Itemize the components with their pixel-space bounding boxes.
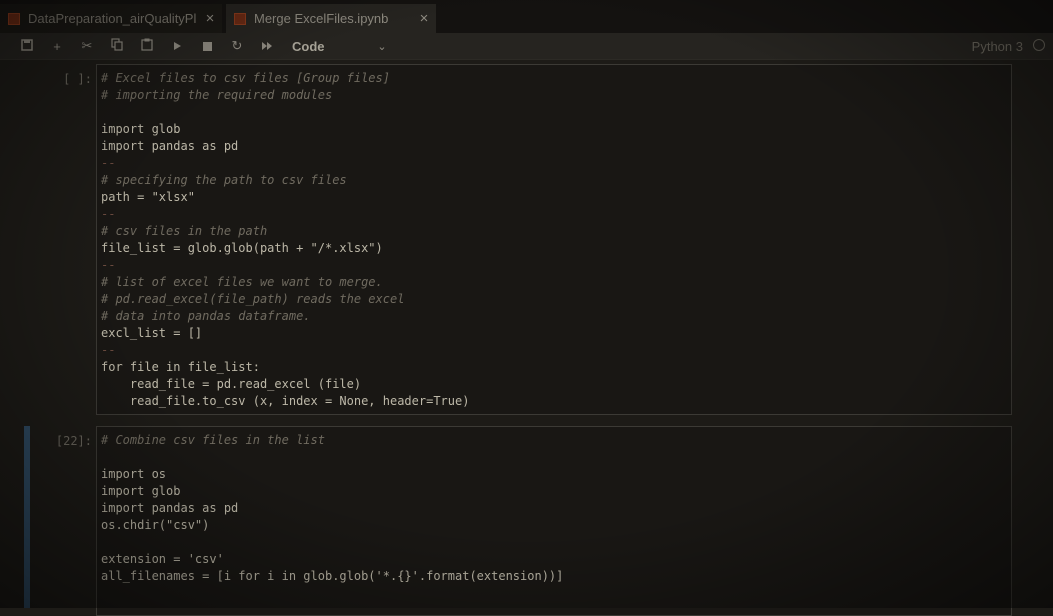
tab-dataprep[interactable]: DataPreparation_airQualityPl ×: [0, 4, 222, 33]
code-line: import os: [101, 467, 167, 481]
code-line: extension = 'csv': [101, 552, 224, 566]
code-line: read_file.to_csv (x, index = None, heade…: [101, 394, 470, 408]
code-line: import pandas as pd: [101, 501, 239, 515]
code-line: import pandas as pd: [101, 139, 239, 153]
code-line: excl_list = []: [101, 326, 203, 340]
save-icon[interactable]: [12, 38, 42, 54]
code-line: --: [101, 258, 116, 272]
code-line: --: [101, 343, 116, 357]
code-line: # specifying the path to csv files: [101, 173, 347, 187]
copy-icon[interactable]: [102, 38, 132, 54]
code-line: # Combine csv files in the list: [101, 433, 325, 447]
cell-prompt: [22]:: [55, 434, 92, 448]
code-line: # Excel files to csv files [Group files]: [101, 71, 390, 85]
add-icon[interactable]: +: [42, 39, 72, 54]
tab-title: DataPreparation_airQualityPl: [28, 11, 197, 26]
code-line: read_file = pd.read_excel (file): [101, 377, 362, 391]
cell-prompt: [ ]:: [63, 72, 92, 86]
chevron-down-icon[interactable]: ⌄: [372, 40, 392, 53]
code-editor[interactable]: # Combine csv files in the list import os…: [96, 426, 1012, 616]
code-line: path = "xlsx": [101, 190, 195, 204]
code-line: # pd.read_excel(file_path) reads the exc…: [101, 292, 405, 306]
code-line: file_list = glob.glob(path + "/*.xlsx"): [101, 241, 383, 255]
code-line: all_filenames = [i for i in glob.glob('*…: [101, 569, 564, 583]
run-all-icon[interactable]: [252, 39, 282, 54]
close-icon[interactable]: ×: [412, 10, 436, 27]
code-line: # importing the required modules: [101, 88, 333, 102]
run-icon[interactable]: [162, 39, 192, 54]
stop-icon[interactable]: [192, 39, 222, 54]
code-line: # data into pandas dataframe.: [101, 309, 311, 323]
kernel-name[interactable]: Python 3: [972, 33, 1023, 59]
code-line: # list of excel files we want to merge.: [101, 275, 383, 289]
kernel-status-icon: [1033, 39, 1045, 51]
cell-selection-bar: [24, 426, 30, 608]
divider: [0, 59, 1053, 60]
code-line: for file in file_list:: [101, 360, 260, 374]
notebook-icon: [8, 12, 20, 25]
code-editor[interactable]: # Excel files to csv files [Group files]…: [96, 64, 1012, 415]
notebook-toolbar: + ✂ ↻ Code ⌄ Python 3: [0, 33, 1053, 59]
paste-icon[interactable]: [132, 38, 162, 54]
code-cell[interactable]: [ ]: # Excel files to csv files [Group f…: [0, 64, 1053, 416]
code-line: # csv files in the path: [101, 224, 268, 238]
code-line: --: [101, 156, 116, 170]
tab-merge[interactable]: Merge ExcelFiles.ipynb ×: [226, 4, 436, 33]
code-line: import glob: [101, 484, 181, 498]
close-icon[interactable]: ×: [198, 10, 222, 27]
restart-icon[interactable]: ↻: [222, 38, 252, 54]
code-line: import glob: [101, 122, 181, 136]
code-line: --: [101, 207, 116, 221]
code-line: os.chdir("csv"): [101, 518, 210, 532]
code-cell[interactable]: [22]: # Combine csv files in the list imp…: [0, 426, 1053, 616]
notebook-icon: [234, 12, 246, 25]
tab-title: Merge ExcelFiles.ipynb: [254, 11, 389, 26]
tab-bar: DataPreparation_airQualityPl × Merge Exc…: [0, 0, 1053, 33]
cut-icon[interactable]: ✂: [72, 38, 102, 54]
cell-type-select[interactable]: Code: [292, 39, 372, 54]
